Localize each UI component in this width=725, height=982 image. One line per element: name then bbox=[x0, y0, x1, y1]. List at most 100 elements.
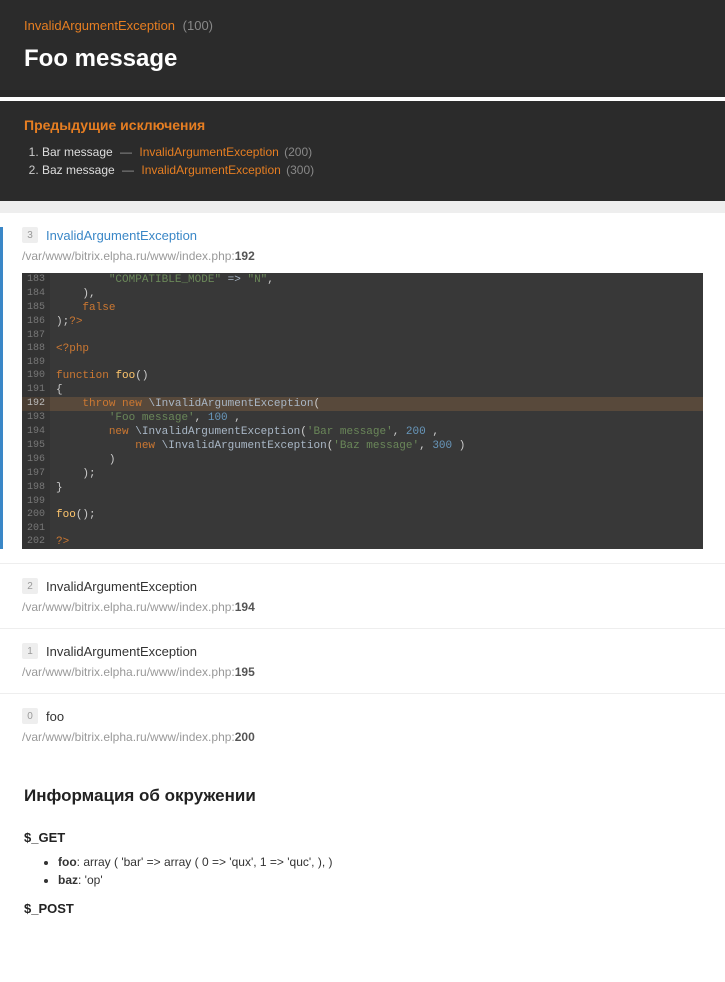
line-number: 196 bbox=[22, 453, 50, 467]
line-number: 202 bbox=[22, 535, 50, 549]
line-content: false bbox=[50, 301, 703, 315]
code-line: 192 throw new \InvalidArgumentException( bbox=[22, 397, 703, 411]
code-line: 190function foo() bbox=[22, 369, 703, 383]
line-number: 201 bbox=[22, 522, 50, 535]
previous-class[interactable]: InvalidArgumentException bbox=[141, 163, 280, 177]
line-content: foo(); bbox=[50, 508, 703, 522]
frame-line: 200 bbox=[235, 730, 255, 744]
gap bbox=[0, 201, 725, 213]
stack-frame[interactable]: 3 InvalidArgumentException/var/www/bitrix… bbox=[0, 213, 725, 564]
env-var: foo: array ( 'bar' => array ( 0 => 'qux'… bbox=[58, 855, 701, 869]
frame-badge: 3 bbox=[22, 227, 38, 243]
exception-code: (100) bbox=[183, 18, 213, 33]
code-line: 185 false bbox=[22, 301, 703, 315]
code-line: 200foo(); bbox=[22, 508, 703, 522]
code-line: 196 ) bbox=[22, 453, 703, 467]
error-header: InvalidArgumentException (100) Foo messa… bbox=[0, 0, 725, 97]
frame-line: 195 bbox=[235, 665, 255, 679]
line-number: 199 bbox=[22, 495, 50, 508]
code-line: 189 bbox=[22, 356, 703, 369]
frame-path: /var/www/bitrix.elpha.ru/www/index.php:1… bbox=[22, 249, 703, 263]
line-content bbox=[50, 522, 703, 535]
code-block: 183 "COMPATIBLE_MODE" => "N",184 ),185 f… bbox=[22, 273, 703, 549]
line-content: function foo() bbox=[50, 369, 703, 383]
code-line: 202?> bbox=[22, 535, 703, 549]
line-content: ) bbox=[50, 453, 703, 467]
line-content: <?php bbox=[50, 342, 703, 356]
line-number: 187 bbox=[22, 329, 50, 342]
line-content: ?> bbox=[50, 535, 703, 549]
code-line: 188<?php bbox=[22, 342, 703, 356]
previous-list: Bar message — InvalidArgumentException (… bbox=[42, 145, 701, 177]
line-number: 189 bbox=[22, 356, 50, 369]
previous-code: (200) bbox=[281, 145, 312, 159]
code-line: 187 bbox=[22, 329, 703, 342]
frame-badge: 2 bbox=[22, 578, 38, 594]
frame-badge: 0 bbox=[22, 708, 38, 724]
frame-path: /var/www/bitrix.elpha.ru/www/index.php:2… bbox=[22, 730, 703, 744]
exception-message: Foo message bbox=[24, 45, 701, 73]
stack-frame[interactable]: 1InvalidArgumentException/var/www/bitrix… bbox=[0, 629, 725, 694]
line-content: "COMPATIBLE_MODE" => "N", bbox=[50, 273, 703, 287]
previous-title: Предыдущие исключения bbox=[24, 117, 701, 133]
line-number: 197 bbox=[22, 467, 50, 481]
frame-head: 0 foo bbox=[22, 708, 703, 724]
stack-frame[interactable]: 0 foo/var/www/bitrix.elpha.ru/www/index.p… bbox=[0, 694, 725, 758]
line-content: ); bbox=[50, 467, 703, 481]
line-content bbox=[50, 356, 703, 369]
line-content: } bbox=[50, 481, 703, 495]
line-content: { bbox=[50, 383, 703, 397]
frame-path: /var/www/bitrix.elpha.ru/www/index.php:1… bbox=[22, 600, 703, 614]
line-number: 186 bbox=[22, 315, 50, 329]
previous-exceptions: Предыдущие исключения Bar message — Inva… bbox=[0, 101, 725, 201]
line-content bbox=[50, 329, 703, 342]
frame-title: InvalidArgumentException bbox=[46, 579, 197, 594]
line-content: throw new \InvalidArgumentException( bbox=[50, 397, 703, 411]
frame-title: InvalidArgumentException bbox=[46, 644, 197, 659]
frame-head: 3 InvalidArgumentException bbox=[22, 227, 703, 243]
previous-msg: Baz message bbox=[42, 163, 115, 177]
line-content: );?> bbox=[50, 315, 703, 329]
line-number: 191 bbox=[22, 383, 50, 397]
env-section-title: $_POST bbox=[24, 901, 701, 916]
line-number: 183 bbox=[22, 273, 50, 287]
env-title: Информация об окружении bbox=[24, 786, 701, 806]
code-line: 186);?> bbox=[22, 315, 703, 329]
code-line: 184 ), bbox=[22, 287, 703, 301]
dash: — bbox=[119, 163, 138, 177]
line-content: new \InvalidArgumentException('Bar messa… bbox=[50, 425, 703, 439]
stack-trace: 3 InvalidArgumentException/var/www/bitrix… bbox=[0, 213, 725, 758]
frame-title[interactable]: InvalidArgumentException bbox=[46, 228, 197, 243]
line-number: 190 bbox=[22, 369, 50, 383]
env-var: baz: 'op' bbox=[58, 873, 701, 887]
code-line: 193 'Foo message', 100 , bbox=[22, 411, 703, 425]
frame-head: 1 InvalidArgumentException bbox=[22, 643, 703, 659]
env-var-list: foo: array ( 'bar' => array ( 0 => 'qux'… bbox=[58, 855, 701, 887]
env-key: baz bbox=[58, 873, 78, 887]
code-line: 194 new \InvalidArgumentException('Bar m… bbox=[22, 425, 703, 439]
previous-msg: Bar message bbox=[42, 145, 113, 159]
line-content: 'Foo message', 100 , bbox=[50, 411, 703, 425]
frame-title: foo bbox=[46, 709, 64, 724]
frame-line: 192 bbox=[235, 249, 255, 263]
previous-item: Baz message — InvalidArgumentException (… bbox=[42, 163, 701, 177]
code-wrap: 3 InvalidArgumentException/var/www/bitrix… bbox=[0, 227, 703, 549]
line-content: new \InvalidArgumentException('Baz messa… bbox=[50, 439, 703, 453]
line-number: 184 bbox=[22, 287, 50, 301]
code-line: 199 bbox=[22, 495, 703, 508]
line-number: 194 bbox=[22, 425, 50, 439]
line-number: 200 bbox=[22, 508, 50, 522]
line-number: 192 bbox=[22, 397, 50, 411]
code-line: 197 ); bbox=[22, 467, 703, 481]
frame-badge: 1 bbox=[22, 643, 38, 659]
previous-class[interactable]: InvalidArgumentException bbox=[139, 145, 278, 159]
env-section-title: $_GET bbox=[24, 830, 701, 845]
line-number: 193 bbox=[22, 411, 50, 425]
env-value: : 'op' bbox=[78, 873, 103, 887]
code-line: 195 new \InvalidArgumentException('Baz m… bbox=[22, 439, 703, 453]
line-number: 185 bbox=[22, 301, 50, 315]
code-line: 201 bbox=[22, 522, 703, 535]
previous-item: Bar message — InvalidArgumentException (… bbox=[42, 145, 701, 159]
stack-frame[interactable]: 2 InvalidArgumentException/var/www/bitrix… bbox=[0, 564, 725, 629]
code-line: 198} bbox=[22, 481, 703, 495]
